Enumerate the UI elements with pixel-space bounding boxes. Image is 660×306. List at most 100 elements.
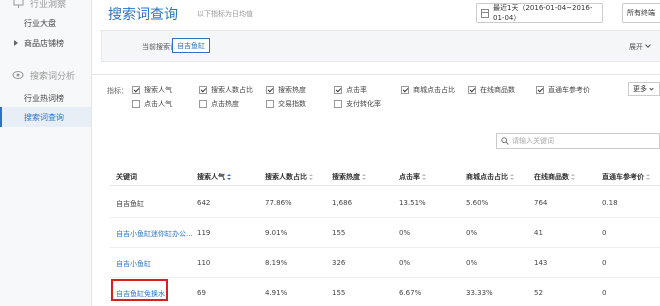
eye-icon bbox=[12, 69, 24, 81]
checkbox[interactable] bbox=[536, 86, 544, 94]
checkbox[interactable] bbox=[199, 86, 207, 94]
checkbox-label: 点击率 bbox=[346, 86, 367, 94]
cell-ztc-price: 0.18 bbox=[602, 199, 618, 207]
checkbox[interactable] bbox=[199, 100, 207, 108]
checkbox-label: 在线商品数 bbox=[480, 86, 515, 94]
sidebar-item-label: 商品店铺榜 bbox=[24, 38, 64, 48]
indicator-mall-click-share[interactable]: 商城点击占比 bbox=[401, 85, 455, 95]
indicator-click-heat[interactable]: 点击热度 bbox=[199, 99, 239, 109]
indicator-ztc-price[interactable]: 直通车参考价 bbox=[536, 85, 590, 95]
indicator-click-popularity[interactable]: 点击人气 bbox=[132, 99, 172, 109]
terminal-select-value: 所有终端 bbox=[627, 9, 655, 17]
page-title: 搜索词查询 bbox=[108, 7, 178, 23]
indicator-online-goods[interactable]: 在线商品数 bbox=[468, 85, 515, 95]
sort-icon[interactable] bbox=[309, 174, 313, 180]
checkbox[interactable] bbox=[468, 86, 476, 94]
table-row: 自吉鱼缸 642 77.86% 1,686 13.51% 5.60% 764 0… bbox=[110, 188, 660, 218]
keyword-link[interactable]: 自吉小鱼缸 bbox=[116, 259, 151, 269]
indicators-label: 指标： bbox=[107, 87, 128, 95]
column-header-label: 搜索人数占比 bbox=[265, 173, 307, 181]
sort-icon[interactable] bbox=[571, 174, 575, 180]
column-header-label: 在线商品数 bbox=[534, 173, 569, 181]
sidebar-section-industry[interactable]: 行业洞察 bbox=[0, 0, 91, 10]
cell-mall-click-share: 0% bbox=[466, 259, 478, 267]
column-header-search-heat[interactable]: 搜索热度 bbox=[332, 172, 366, 182]
cell-online-goods: 52 bbox=[534, 289, 543, 297]
more-indicators-button[interactable]: 更多 bbox=[628, 82, 660, 96]
column-header-ctr[interactable]: 点击率 bbox=[399, 172, 426, 182]
column-header-label: 直通车参考价 bbox=[602, 173, 644, 181]
checkbox[interactable] bbox=[334, 100, 342, 108]
cell-search-share: 4.91% bbox=[265, 289, 288, 297]
keyword-link[interactable]: 自吉小鱼缸迷你缸办公... bbox=[116, 229, 193, 239]
more-label: 更多 bbox=[633, 85, 647, 93]
sidebar-item-industry-overview[interactable]: 行业大盘 bbox=[0, 13, 91, 33]
indicator-trade-index[interactable]: 交易指数 bbox=[266, 99, 306, 109]
sidebar-item-label: 行业热词榜 bbox=[24, 93, 64, 103]
current-keyword-tag[interactable]: 自吉鱼缸 bbox=[172, 38, 210, 53]
indicator-ctr[interactable]: 点击率 bbox=[334, 85, 367, 95]
cell-mall-click-share: 5.60% bbox=[466, 199, 489, 207]
table-row: 自吉小鱼缸迷你缸办公... 119 9.01% 155 0% 0% 41 0 bbox=[110, 218, 660, 248]
chevron-down-icon bbox=[649, 85, 654, 91]
cell-ctr: 0% bbox=[399, 229, 411, 237]
indicator-search-popularity[interactable]: 搜索人气 bbox=[132, 85, 172, 95]
indicator-search-heat[interactable]: 搜索热度 bbox=[266, 85, 306, 95]
sort-icon[interactable] bbox=[362, 174, 366, 180]
expand-label: 展开 bbox=[629, 43, 643, 51]
checkbox[interactable] bbox=[401, 86, 409, 94]
column-header-mall-click-share[interactable]: 商城点击占比 bbox=[466, 172, 514, 182]
sidebar-item-hot-words[interactable]: 行业热词榜 bbox=[0, 88, 91, 108]
sidebar-item-goods-shop-rank[interactable]: 商品店铺榜 bbox=[0, 33, 91, 53]
cell-search-popularity: 69 bbox=[197, 289, 206, 297]
terminal-select[interactable]: 所有终端 bbox=[622, 3, 660, 23]
checkbox-label: 搜索人数占比 bbox=[211, 86, 253, 94]
cell-search-popularity: 110 bbox=[197, 259, 211, 267]
column-header-label: 搜索人气 bbox=[197, 173, 225, 181]
checkbox[interactable] bbox=[266, 100, 274, 108]
cell-ctr: 13.51% bbox=[399, 199, 426, 207]
sort-icon[interactable] bbox=[227, 174, 231, 180]
checkbox-label: 点击热度 bbox=[211, 100, 239, 108]
cell-online-goods: 764 bbox=[534, 199, 548, 207]
sort-icon[interactable] bbox=[510, 174, 514, 180]
sidebar-section-label: 行业洞察 bbox=[30, 0, 67, 10]
cell-search-share: 77.86% bbox=[265, 199, 292, 207]
search-input[interactable] bbox=[512, 137, 652, 145]
page-subtitle: 以下指标为日均值 bbox=[197, 10, 253, 18]
cell-keyword: 自吉鱼缸 bbox=[116, 200, 144, 208]
checkbox[interactable] bbox=[334, 86, 342, 94]
column-header-ztc-price[interactable]: 直通车参考价 bbox=[602, 172, 650, 182]
cell-search-heat: 1,686 bbox=[332, 199, 353, 207]
sidebar-section-search-analysis[interactable]: 搜索词分析 bbox=[0, 68, 91, 82]
expand-button[interactable]: 展开 bbox=[629, 42, 651, 52]
sort-icon[interactable] bbox=[646, 174, 650, 180]
column-header-keyword: 关键词 bbox=[116, 173, 137, 181]
checkbox[interactable] bbox=[266, 86, 274, 94]
calendar-icon bbox=[481, 8, 490, 18]
column-header-label: 商城点击占比 bbox=[466, 173, 508, 181]
table-row: 自吉鱼缸免换水 69 4.91% 155 6.67% 33.33% 52 0 bbox=[110, 278, 660, 306]
indicator-search-share[interactable]: 搜索人数占比 bbox=[199, 85, 253, 95]
column-header-online-goods[interactable]: 在线商品数 bbox=[534, 172, 575, 182]
cell-online-goods: 143 bbox=[534, 259, 548, 267]
cell-search-heat: 155 bbox=[332, 289, 346, 297]
checkbox[interactable] bbox=[132, 86, 140, 94]
sort-icon[interactable] bbox=[422, 174, 426, 180]
column-header-label: 点击率 bbox=[399, 173, 420, 181]
cell-ztc-price: 0 bbox=[602, 229, 607, 237]
checkbox-label: 搜索热度 bbox=[278, 86, 306, 94]
indicator-pay-conversion[interactable]: 支付转化率 bbox=[334, 99, 381, 109]
column-header-search-popularity[interactable]: 搜索人气 bbox=[197, 172, 231, 182]
sidebar-item-label: 行业大盘 bbox=[24, 18, 56, 28]
column-header-search-share[interactable]: 搜索人数占比 bbox=[265, 172, 313, 182]
date-range-picker[interactable]: 最近1天（2016-01-04~2016-01-04） bbox=[476, 3, 603, 23]
current-keyword-panel: 当前搜索词： 自吉鱼缸 展开 bbox=[101, 30, 660, 62]
checkbox-label: 商城点击占比 bbox=[413, 86, 455, 94]
checkbox[interactable] bbox=[132, 100, 140, 108]
checkbox-label: 直通车参考价 bbox=[548, 86, 590, 94]
cell-search-share: 8.19% bbox=[265, 259, 288, 267]
checkbox-label: 支付转化率 bbox=[346, 100, 381, 108]
chevron-down-icon bbox=[645, 42, 651, 48]
sidebar-item-search-query[interactable]: 搜索词查询 bbox=[0, 107, 91, 127]
